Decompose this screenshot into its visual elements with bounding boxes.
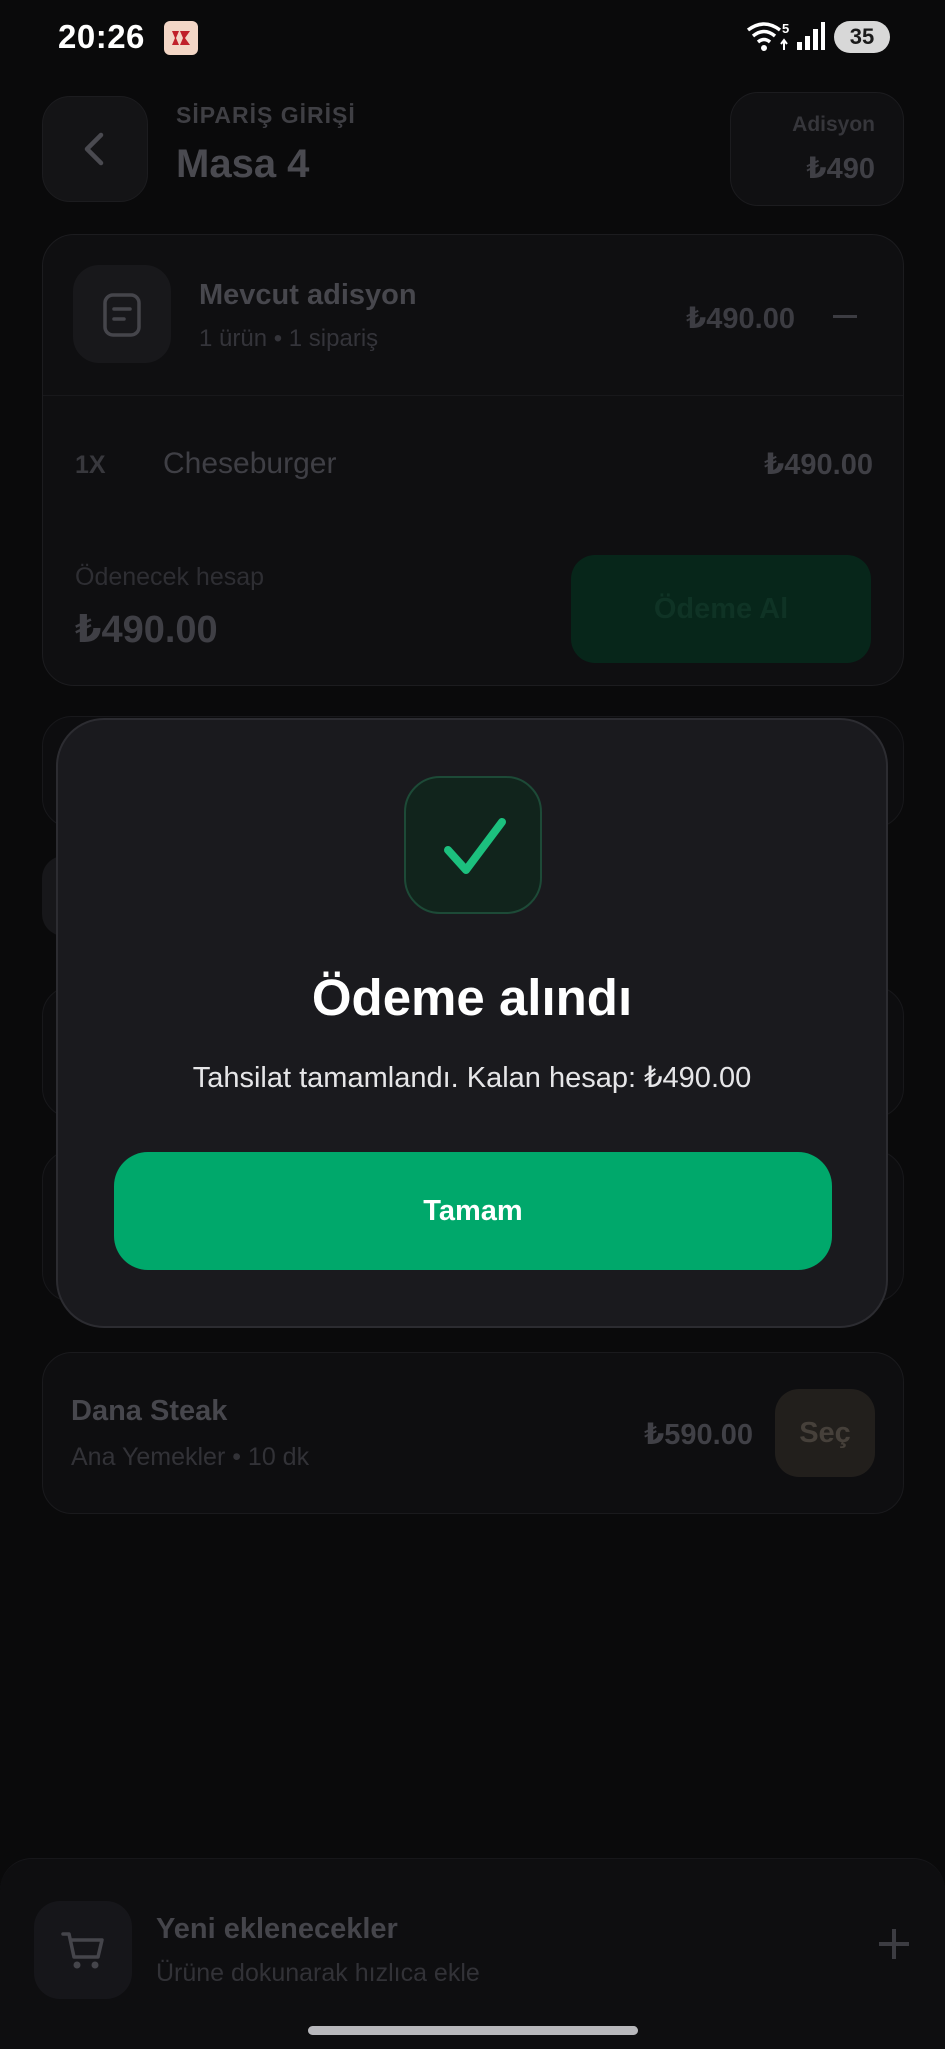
cart-icon [34, 1901, 132, 1999]
new-items-subtitle: Ürüne dokunarak hızlıca ekle [156, 1959, 480, 1987]
page-subtitle: SİPARİŞ GİRİŞİ [176, 102, 356, 128]
menu-item-price: ₺590.00 [644, 1419, 753, 1451]
dialog-title: Ödeme alındı [311, 969, 633, 1026]
menu-item-name: Dana Steak [71, 1395, 228, 1427]
item-quantity: 1X [75, 451, 106, 479]
collapse-icon[interactable] [833, 315, 857, 318]
bill-title: Mevcut adisyon [199, 279, 417, 311]
item-price: ₺490.00 [764, 449, 873, 481]
current-bill-card: Mevcut adisyon 1 ürün • 1 sipariş ₺490.0… [42, 234, 904, 686]
ok-button[interactable]: Tamam [114, 1152, 832, 1270]
check-icon [404, 776, 542, 914]
plus-icon[interactable] [879, 1929, 909, 1959]
adisyon-label: Adisyon [792, 113, 875, 136]
adisyon-value: ₺490 [806, 153, 875, 185]
payment-success-dialog: Ödeme alındı Tahsilat tamamlandı. Kalan … [56, 718, 888, 1328]
chevron-left-icon [84, 132, 104, 166]
divider [43, 395, 903, 396]
take-payment-button[interactable]: Ödeme Al [571, 555, 871, 663]
new-items-title: Yeni eklenecekler [156, 1913, 398, 1945]
adisyon-summary[interactable]: Adisyon ₺490 [730, 92, 904, 206]
receipt-icon [73, 265, 171, 363]
page-title: Masa 4 [176, 142, 310, 186]
bill-subtitle: 1 ürün • 1 sipariş [199, 325, 379, 352]
item-name: Cheseburger [163, 447, 337, 480]
menu-item-meta: Ana Yemekler • 10 dk [71, 1443, 310, 1471]
select-button[interactable]: Seç [775, 1389, 875, 1477]
home-indicator[interactable] [308, 2026, 638, 2035]
bill-total: ₺490.00 [686, 303, 795, 335]
payable-total: ₺490.00 [75, 609, 218, 651]
dialog-message: Tahsilat tamamlandı. Kalan hesap: ₺490.0… [192, 1062, 752, 1094]
back-button[interactable] [42, 96, 148, 202]
new-items-bar[interactable]: Yeni eklenecekler Ürüne dokunarak hızlıc… [0, 1858, 945, 2049]
payable-label: Ödenecek hesap [75, 563, 265, 591]
menu-item-row[interactable]: Dana Steak Ana Yemekler • 10 dk ₺590.00 … [42, 1352, 904, 1514]
